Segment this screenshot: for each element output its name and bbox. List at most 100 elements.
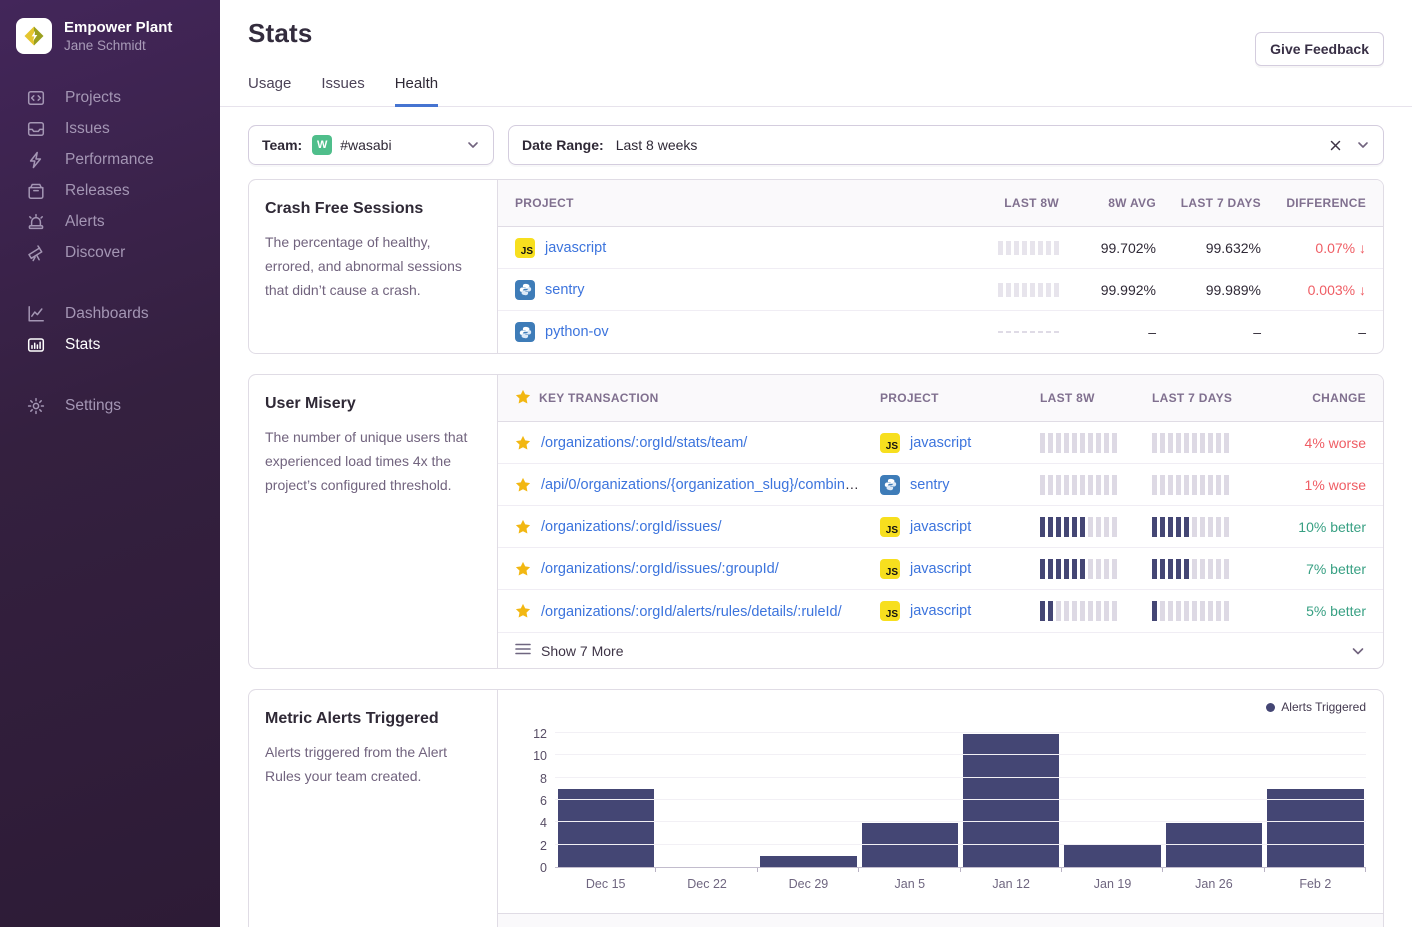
x-tick-label: Jan 5: [859, 877, 960, 891]
panel-title: User Misery: [265, 395, 481, 413]
org-logo-icon: [16, 18, 52, 54]
sidebar-item-dashboards[interactable]: Dashboards: [0, 298, 220, 329]
org-name: Empower Plant: [64, 19, 172, 37]
tab-health[interactable]: Health: [395, 75, 438, 107]
chart-bar[interactable]: [862, 823, 958, 867]
chart-legend[interactable]: Alerts Triggered: [1266, 700, 1366, 714]
sidebar-item-settings[interactable]: Settings: [0, 390, 220, 421]
transaction-link[interactable]: /organizations/:orgId/issues/: [541, 519, 722, 535]
javascript-platform-icon: JS: [880, 433, 900, 453]
last-7-days-value: 99.632%: [1156, 240, 1261, 256]
date-range-select[interactable]: Date Range: Last 8 weeks: [508, 125, 1384, 165]
nav-group-primary: ProjectsIssuesPerformanceReleasesAlertsD…: [0, 82, 220, 268]
list-icon: [515, 642, 531, 659]
javascript-platform-icon: JS: [515, 238, 535, 258]
chevron-down-icon[interactable]: [1350, 643, 1366, 659]
chart-bar[interactable]: [558, 789, 654, 867]
project-link[interactable]: sentry: [545, 282, 585, 298]
project-link[interactable]: javascript: [545, 240, 606, 256]
alerts-icon: [27, 213, 45, 231]
last-8w-sparkline: [944, 241, 1059, 255]
y-tick-label: 0: [540, 861, 547, 875]
org-switcher[interactable]: Empower Plant Jane Schmidt: [0, 0, 220, 68]
difference-value: –: [1358, 324, 1366, 340]
project-link[interactable]: javascript: [910, 603, 971, 619]
nav-group-secondary: DashboardsStats: [0, 298, 220, 360]
last-7-days-sparkline: [1152, 601, 1264, 621]
sidebar-item-alerts[interactable]: Alerts: [0, 206, 220, 237]
last-7-days-sparkline: [1152, 517, 1264, 537]
clear-date-range-icon[interactable]: [1329, 139, 1342, 152]
page-header: Stats Give Feedback Usage Issues Health: [220, 18, 1412, 107]
y-tick-label: 4: [540, 816, 547, 830]
y-tick-label: 2: [540, 839, 547, 853]
tab-issues[interactable]: Issues: [321, 75, 364, 107]
chart-bar[interactable]: [1166, 823, 1262, 867]
sidebar-item-issues[interactable]: Issues: [0, 113, 220, 144]
panel-title: Crash Free Sessions: [265, 200, 481, 218]
transaction-link[interactable]: /organizations/:orgId/stats/team/: [541, 435, 747, 451]
user-misery-panel: User Misery The number of unique users t…: [248, 374, 1384, 669]
sidebar-item-projects[interactable]: Projects: [0, 82, 220, 113]
x-tick-label: Jan 26: [1163, 877, 1264, 891]
x-tick-label: Dec 22: [656, 877, 757, 891]
user-misery-row: /api/0/organizations/{organization_slug}…: [498, 464, 1383, 506]
difference-value: 0.003% ↓: [1308, 282, 1366, 298]
project-link[interactable]: javascript: [910, 561, 971, 577]
main-area: Stats Give Feedback Usage Issues Health …: [220, 0, 1412, 927]
chart-bar[interactable]: [1267, 789, 1363, 867]
difference-value: 0.07% ↓: [1315, 240, 1366, 256]
user-misery-row: /organizations/:orgId/stats/team/JS javas…: [498, 422, 1383, 464]
last-7-days-sparkline: [1152, 475, 1264, 495]
user-name: Jane Schmidt: [64, 37, 172, 54]
sidebar: Empower Plant Jane Schmidt ProjectsIssue…: [0, 0, 220, 927]
last-8w-sparkline: [1040, 475, 1152, 495]
project-link[interactable]: python-ov: [545, 324, 609, 340]
javascript-platform-icon: JS: [880, 559, 900, 579]
crash-free-row: sentry99.992%99.989%0.003% ↓: [498, 269, 1383, 311]
star-icon[interactable]: [515, 519, 541, 535]
star-icon[interactable]: [515, 603, 541, 619]
transaction-link[interactable]: /organizations/:orgId/alerts/rules/detai…: [541, 604, 842, 620]
transaction-link[interactable]: /api/0/organizations/{organization_slug}…: [541, 476, 867, 493]
sidebar-item-discover[interactable]: Discover: [0, 237, 220, 268]
python-platform-icon: [880, 475, 900, 495]
sidebar-item-performance[interactable]: Performance: [0, 144, 220, 175]
tab-usage[interactable]: Usage: [248, 75, 291, 107]
legend-dot-icon: [1266, 703, 1275, 712]
chart-y-axis: 024681012: [515, 734, 547, 868]
change-value: 7% better: [1264, 561, 1366, 577]
sidebar-item-stats[interactable]: Stats: [0, 329, 220, 360]
star-icon[interactable]: [515, 477, 541, 493]
transaction-link[interactable]: /organizations/:orgId/issues/:groupId/: [541, 561, 779, 577]
star-icon: [515, 389, 531, 408]
chart-x-axis: Dec 15Dec 22Dec 29Jan 5Jan 12Jan 19Jan 2…: [555, 872, 1366, 891]
app-root: Empower Plant Jane Schmidt ProjectsIssue…: [0, 0, 1412, 927]
give-feedback-button[interactable]: Give Feedback: [1255, 32, 1384, 66]
show-more-button[interactable]: Show 7 More: [498, 632, 1383, 668]
user-misery-row: /organizations/:orgId/alerts/rules/detai…: [498, 590, 1383, 632]
y-tick-label: 8: [540, 772, 547, 786]
star-icon[interactable]: [515, 561, 541, 577]
project-link[interactable]: javascript: [910, 519, 971, 535]
8w-avg-value: 99.702%: [1059, 240, 1156, 256]
panel-description: The number of unique users that experien…: [265, 425, 481, 497]
chart-bar[interactable]: [760, 856, 856, 867]
chart-bar[interactable]: [1064, 845, 1160, 867]
sidebar-item-releases[interactable]: Releases: [0, 175, 220, 206]
legend-label: Alerts Triggered: [1281, 700, 1366, 714]
8w-avg-value: –: [1059, 324, 1156, 340]
change-value: 5% better: [1264, 603, 1366, 619]
x-tick-label: Jan 12: [961, 877, 1062, 891]
python-platform-icon: [515, 280, 535, 300]
crash-free-table-header: PROJECT LAST 8W 8W AVG LAST 7 DAYS DIFFE…: [498, 180, 1383, 227]
projects-icon: [27, 89, 45, 107]
x-tick-label: Jan 19: [1062, 877, 1163, 891]
alerts-triggered-chart: Alerts Triggered 024681012 Dec 15Dec 22D…: [498, 690, 1383, 901]
team-select[interactable]: Team: W #wasabi: [248, 125, 494, 165]
project-link[interactable]: javascript: [910, 435, 971, 451]
project-link[interactable]: sentry: [910, 477, 950, 493]
star-icon[interactable]: [515, 435, 541, 451]
last-8w-sparkline: [944, 283, 1059, 297]
user-misery-table-header: KEY TRANSACTION PROJECT LAST 8W LAST 7 D…: [498, 375, 1383, 422]
